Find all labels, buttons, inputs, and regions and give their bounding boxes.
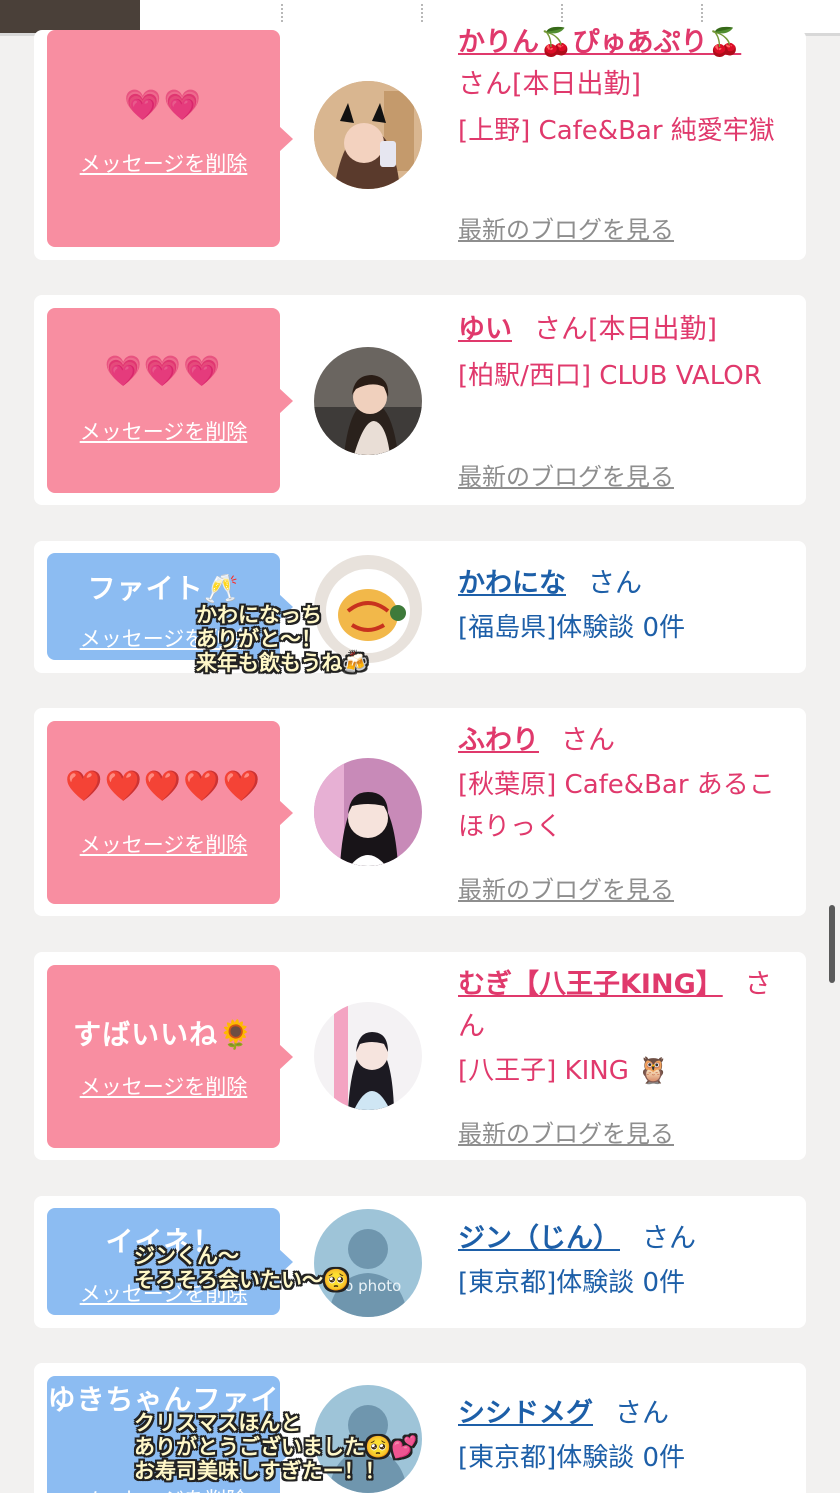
message-bubble: すばいいね🌻 メッセージを削除	[47, 965, 293, 1148]
shop-label[interactable]: [秋葉原] Cafe&Bar あるこほりっく	[458, 764, 792, 848]
latest-blog-link[interactable]: 最新のブログを見る	[458, 870, 674, 905]
shop-label: [東京都]体験談 0件	[458, 1268, 686, 1298]
member-name-link[interactable]: ふわり	[458, 725, 539, 756]
shop-label: [東京都]体験談 0件	[458, 1443, 686, 1473]
avatar-photo	[314, 1002, 422, 1110]
photo-caption-overlay: ジンくん〜 そろそろ会いたい〜🥺	[134, 1244, 349, 1292]
top-bar-divider	[561, 4, 563, 22]
caption-line: お寿司美味しすぎたー！！	[134, 1459, 386, 1483]
member-name-link[interactable]: ジン（じん）	[458, 1223, 620, 1254]
message-card: 💗💗💗 メッセージを削除 ゆい さん[本日出勤] [柏駅/西口] CLUB VAL…	[34, 295, 806, 505]
caption-line: クリスマスほんと	[134, 1411, 302, 1435]
caption-line: ジンくん〜	[134, 1244, 239, 1268]
caption-line: そろそろ会いたい〜🥺	[134, 1268, 350, 1292]
name-line: ふわり さん	[458, 720, 792, 762]
message-bubble: 💗💗 メッセージを削除	[47, 30, 293, 247]
latest-blog-link[interactable]: 最新のブログを見る	[458, 210, 674, 245]
card-info: ふわり さん [秋葉原] Cafe&Bar あるこほりっく 最新のブログを見る	[458, 720, 792, 904]
member-name-link[interactable]: ゆい	[458, 314, 512, 345]
photo-caption-overlay: クリスマスほんと ありがとうございました🥺💕 お寿司美味しすぎたー！！	[134, 1411, 417, 1483]
name-line: かわにな さん	[458, 563, 792, 605]
member-name-link[interactable]: シシドメグ	[458, 1398, 593, 1429]
latest-blog-link[interactable]: 最新のブログを見る	[458, 457, 674, 492]
message-text: すばいいね🌻	[73, 1018, 254, 1051]
avatar-photo	[314, 347, 422, 455]
message-card: 💗💗 メッセージを削除 かりん🍒ぴゅあぷり🍒 さん[本日出勤] [上野] Caf…	[34, 27, 806, 260]
card-info: ゆい さん[本日出勤] [柏駅/西口] CLUB VALOR 最新のブログを見る	[458, 309, 792, 491]
latest-blog-link[interactable]: 最新のブログを見る	[458, 1114, 674, 1149]
top-bar-divider	[281, 4, 283, 22]
shop-label[interactable]: [上野] Cafe&Bar 純愛牢獄	[458, 110, 792, 152]
card-info: シシドメグ さん [東京都]体験談 0件	[458, 1393, 792, 1479]
san-label: さん	[588, 568, 642, 599]
delete-message-link[interactable]: メッセージを削除	[47, 1484, 280, 1493]
delete-message-link[interactable]: メッセージを削除	[47, 1071, 280, 1101]
san-label: さん	[642, 1223, 696, 1254]
member-name-link[interactable]: かわにな	[458, 568, 566, 599]
message-bubble: 💗💗💗 メッセージを削除	[47, 308, 293, 493]
caption-line: 来年も飲もうね🍻	[196, 651, 369, 675]
card-info: ジン（じん） さん [東京都]体験談 0件	[458, 1218, 792, 1304]
name-line: かりん🍒ぴゅあぷり🍒	[458, 22, 792, 64]
san-label: さん	[615, 1398, 669, 1429]
scrollbar[interactable]	[829, 905, 835, 983]
message-text: ❤️❤️❤️❤️❤️	[65, 769, 262, 804]
avatar[interactable]	[314, 347, 422, 455]
caption-line: かわになっち	[196, 603, 322, 627]
message-card: ファイト🥂 メッセージを削除 かわになっち ありがと〜！ 来年も飲もうね🍻 かわにな…	[34, 541, 806, 675]
avatar-photo	[314, 758, 422, 866]
san-label: さん[本日出勤]	[534, 314, 718, 345]
message-card: イイネ！ メッセージを削除 no photo ジンくん〜 そろそろ会いたい〜🥺 ジ…	[34, 1196, 806, 1328]
delete-message-link[interactable]: メッセージを削除	[47, 416, 280, 446]
shop-label[interactable]: [柏駅/西口] CLUB VALOR	[458, 355, 792, 397]
card-info: むぎ【八王子KING】 さん [八王子] KING 🦉 最新のブログを見る	[458, 964, 792, 1148]
message-text: ファイト🥂	[87, 572, 240, 605]
message-card: すばいいね🌻 メッセージを削除 むぎ【八王子KING】 さん [八王子] KING…	[34, 952, 806, 1160]
card-info: かりん🍒ぴゅあぷり🍒 さん[本日出勤] [上野] Cafe&Bar 純愛牢獄 最…	[458, 27, 792, 244]
san-label: さん[本日出勤]	[458, 69, 642, 100]
photo-caption-overlay: かわになっち ありがと〜！ 来年も飲もうね🍻	[196, 603, 369, 675]
name-line: シシドメグ さん	[458, 1393, 792, 1435]
delete-message-link[interactable]: メッセージを削除	[47, 829, 280, 859]
caption-line: ありがとうございました🥺💕	[134, 1435, 418, 1459]
message-text: 💗💗💗	[104, 354, 223, 389]
avatar[interactable]	[314, 81, 422, 189]
top-bar-dark-segment	[0, 0, 140, 33]
message-card: ゆきちゃんファイ メッセージを削除 クリスマスほんとありがとうございました🥺💕お…	[34, 1363, 806, 1493]
delete-message-link[interactable]: メッセージを削除	[47, 148, 280, 178]
shop-label: [福島県]体験談 0件	[458, 613, 686, 643]
san-label: さん	[561, 725, 615, 756]
name-line: むぎ【八王子KING】 さん	[458, 964, 792, 1048]
caption-line: ありがと〜！	[196, 627, 322, 651]
top-bar-divider	[701, 4, 703, 22]
member-name-link[interactable]: かりん🍒ぴゅあぷり🍒	[458, 27, 741, 58]
shop-label[interactable]: [八王子] KING 🦉	[458, 1050, 792, 1092]
card-info: かわにな さん [福島県]体験談 0件	[458, 563, 792, 649]
name-line: ゆい さん[本日出勤]	[458, 309, 792, 351]
avatar[interactable]	[314, 1002, 422, 1110]
avatar[interactable]	[314, 758, 422, 866]
avatar-photo	[314, 81, 422, 189]
top-bar-divider	[421, 4, 423, 22]
message-text: 💗💗	[124, 88, 203, 123]
member-name-link[interactable]: むぎ【八王子KING】	[458, 969, 723, 1000]
message-card: ❤️❤️❤️❤️❤️ メッセージを削除 ふわり さん [秋葉原] Cafe&Bar…	[34, 708, 806, 916]
name-line: ジン（じん） さん	[458, 1218, 792, 1260]
message-bubble: ❤️❤️❤️❤️❤️ メッセージを削除	[47, 721, 293, 904]
